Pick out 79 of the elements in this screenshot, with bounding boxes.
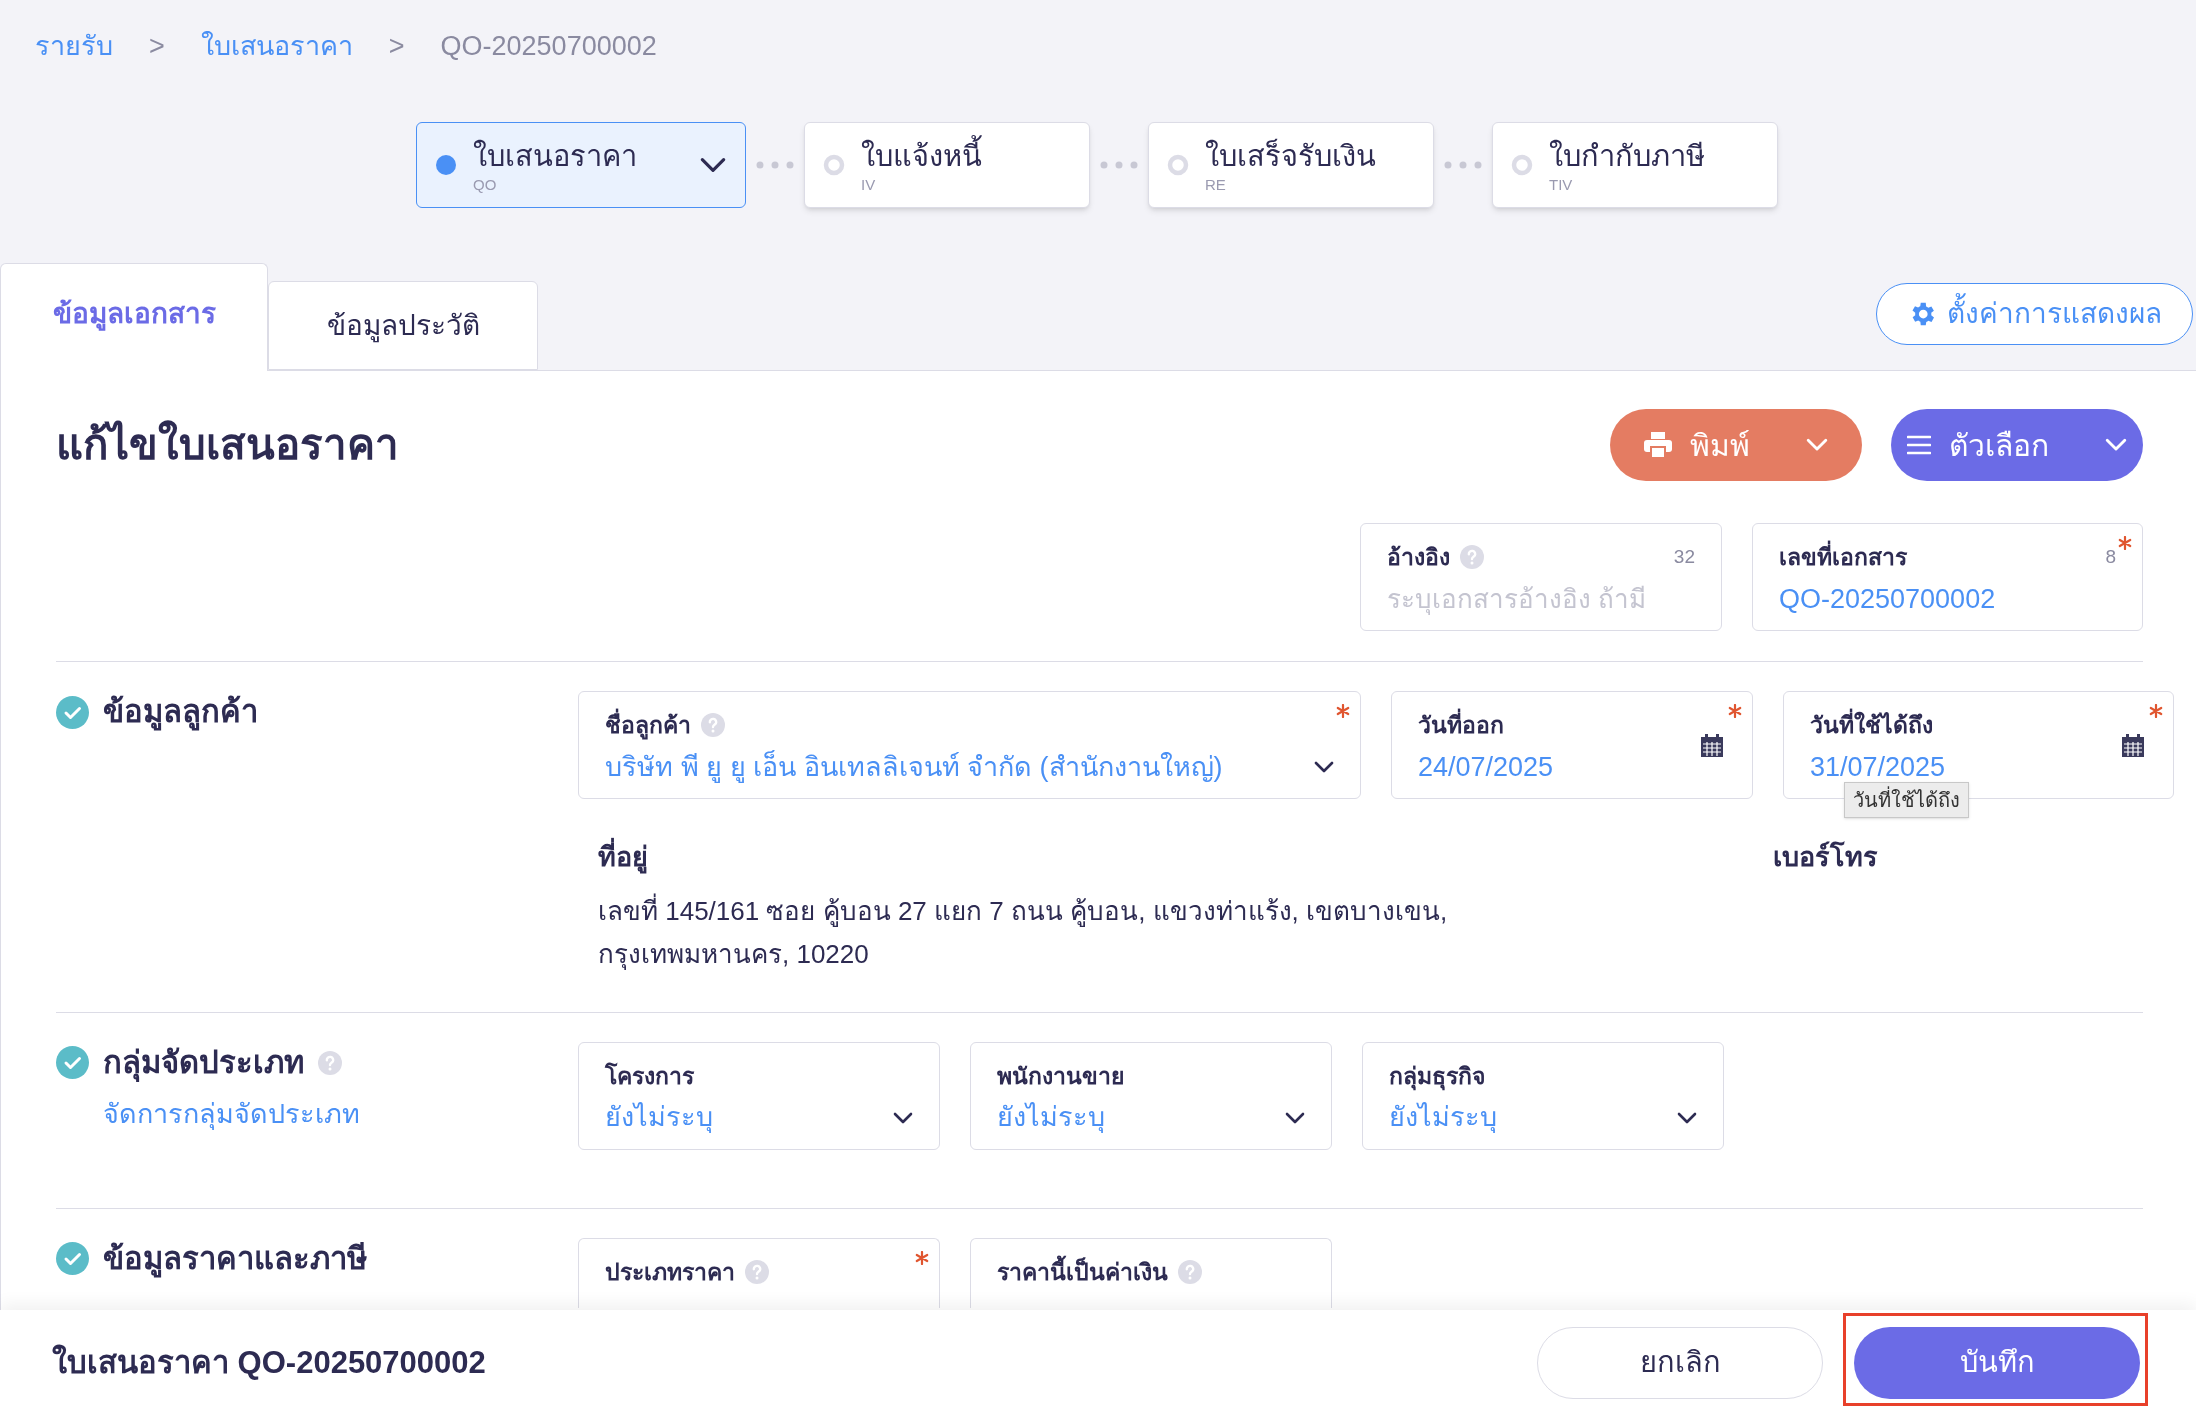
empty-ring-icon [823, 154, 845, 176]
field-value: 31/07/2025 [1810, 750, 1946, 784]
check-circle-icon [56, 1242, 89, 1275]
tab[interactable]: ข้อมูลเอกสาร [0, 263, 268, 371]
field-label: กลุ่มธุรกิจ [1389, 1061, 1485, 1091]
select-field[interactable]: กลุ่มธุรกิจ ยังไม่ระบุ [1362, 1041, 1724, 1150]
character-counter: 8 [2105, 544, 2116, 569]
document-step[interactable]: ใบกำกับภาษี TIV [1492, 122, 1778, 208]
empty-ring-icon [1511, 154, 1533, 176]
calendar-icon [2121, 734, 2145, 758]
step-code: IV [861, 176, 876, 194]
printer-icon [1644, 432, 1672, 458]
menu-icon [1907, 435, 1931, 455]
select-field[interactable]: ประเภทราคา [578, 1237, 940, 1308]
select-field[interactable]: ชื่อลูกค้า บริษัท พี ยู ยู เอ็น อินเทลลิเจนท์ จำกัด (สำนักงานใหญ่) [578, 691, 1361, 799]
field-value: ยังไม่ระบุ [1389, 1101, 1497, 1135]
field-label: ราคานี้เป็นค่าเงิน [997, 1256, 1168, 1287]
field-label: วันที่ใช้ได้ถึง [1810, 710, 1933, 740]
field-label: อ้างอิง [1387, 543, 1450, 572]
document-step[interactable]: ใบแจ้งหนี้ IV [804, 122, 1090, 208]
character-counter: 32 [1673, 544, 1695, 569]
step-label: ใบกำกับภาษี [1549, 138, 1705, 174]
save-button[interactable]: บันทึก [1854, 1327, 2140, 1399]
chevron-down-icon [893, 1111, 913, 1124]
field-value: ยังไม่ระบุ [997, 1101, 1105, 1135]
field-label: โครงการ [605, 1061, 694, 1091]
footer-title: ใบเสนอราคา QO-20250700002 [52, 1343, 486, 1382]
step-code: QO [473, 176, 497, 194]
check-circle-icon [56, 695, 89, 729]
select-field[interactable]: พนักงานขาย ยังไม่ระบุ [970, 1041, 1332, 1150]
calendar-icon [1700, 734, 1724, 758]
input-field[interactable]: อ้างอิง 32 ระบุเอกสารอ้างอิง ถ้ามี [1360, 523, 1722, 631]
step-label: ใบเสนอราคา [473, 138, 637, 174]
field-label: ชื่อลูกค้า [605, 710, 691, 740]
step-label: ใบเสร็จรับเงิน [1205, 137, 1376, 174]
chevron-down-icon [1314, 761, 1334, 773]
date-field[interactable]: วันที่ออก 24/07/2025 [1391, 691, 1753, 799]
field-label: ประเภทราคา [605, 1257, 735, 1287]
field-placeholder: ระบุเอกสารอ้างอิง ถ้ามี [1387, 582, 1647, 617]
filled-dot-icon [435, 154, 457, 176]
tooltip: วันที่ใช้ได้ถึง [1844, 782, 1969, 818]
field-label: พนักงานขาย [997, 1061, 1124, 1091]
step-code: RE [1205, 176, 1226, 194]
cancel-button[interactable]: ยกเลิก [1537, 1327, 1823, 1399]
field-value: 24/07/2025 [1418, 750, 1554, 784]
options-button[interactable]: ตัวเลือก [1891, 409, 2143, 481]
input-field[interactable]: เลขที่เอกสาร 8 QO-20250700002 [1752, 523, 2143, 631]
breadcrumb-separator: > [149, 30, 165, 63]
document-step[interactable]: ใบเสนอราคา QO [416, 122, 746, 208]
field-value: QO-20250700002 [1779, 582, 1996, 616]
breadcrumb-separator: > [388, 30, 405, 63]
breadcrumb-current: QO-20250700002 [440, 30, 657, 63]
dots-connector-icon [1100, 161, 1138, 169]
chevron-down-icon [2105, 438, 2127, 452]
chevron-down-icon [699, 157, 727, 173]
tab[interactable]: ข้อมูลประวัติ [268, 281, 538, 370]
section-title: ข้อมูลราคาและภาษี [103, 1239, 367, 1280]
step-code: TIV [1549, 176, 1573, 194]
address-label: ที่อยู่ [598, 837, 1773, 878]
chevron-down-icon [1285, 1111, 1305, 1124]
check-circle-icon [56, 1046, 89, 1079]
address-text: เลขที่ 145/161 ซอย คู้บอน 27 แยก 7 ถนน คู้บอน, แขวงท่าแร้ง, เขตบางเขน, กรุงเทพมหานคร, 10220 [598, 892, 1449, 972]
section-title: ข้อมูลลูกค้า [103, 693, 258, 733]
dots-connector-icon [1444, 161, 1482, 169]
document-step[interactable]: ใบเสร็จรับเงิน RE [1148, 122, 1434, 208]
field-value: ยังไม่ระบุ [605, 1101, 713, 1135]
phone-label: เบอร์โทร [1773, 840, 1878, 874]
step-label: ใบแจ้งหนี้ [861, 136, 982, 176]
empty-ring-icon [1167, 154, 1189, 176]
chevron-down-icon [1806, 438, 1828, 452]
field-value: บริษัท พี ยู ยู เอ็น อินเทลลิเจนท์ จำกัด (สำนักงานใหญ่) [605, 749, 1223, 785]
select-field[interactable]: ราคานี้เป็นค่าเงิน [970, 1237, 1332, 1308]
field-label: วันที่ออก [1418, 710, 1504, 740]
dots-connector-icon [756, 161, 794, 169]
page-title: แก้ไขใบเสนอราคา [56, 419, 399, 470]
field-label: เลขที่เอกสาร [1779, 542, 1907, 572]
chevron-down-icon [1677, 1111, 1697, 1124]
section-title: กลุ่มจัดประเภท [103, 1043, 304, 1084]
select-field[interactable]: โครงการ ยังไม่ระบุ [578, 1041, 940, 1150]
